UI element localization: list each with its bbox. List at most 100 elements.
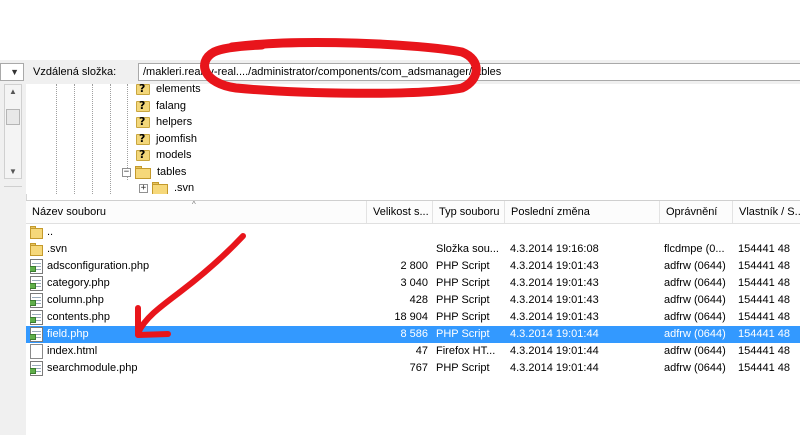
file-name: index.html: [47, 345, 98, 357]
file-row[interactable]: adsconfiguration.php 2 800 PHP Script 4.…: [26, 258, 800, 275]
file-row[interactable]: index.html 47 Firefox HT... 4.3.2014 19:…: [26, 343, 800, 360]
php-file-icon: [30, 361, 43, 376]
collapse-icon[interactable]: −: [122, 167, 131, 177]
file-modified: 4.3.2014 19:01:44: [510, 345, 599, 357]
tree-item-label: falang: [156, 100, 186, 112]
file-modified: 4.3.2014 19:01:43: [510, 294, 599, 306]
file-owner: 154441 48: [738, 311, 790, 323]
file-size: 428: [409, 294, 428, 306]
file-size: 2 800: [400, 260, 428, 272]
file-type: PHP Script: [436, 328, 490, 340]
question-folder-icon: ?: [136, 99, 150, 113]
file-type: PHP Script: [436, 362, 490, 374]
question-folder-icon: ?: [136, 115, 150, 129]
file-row[interactable]: category.php 3 040 PHP Script 4.3.2014 1…: [26, 275, 800, 292]
file-size: [366, 241, 428, 258]
file-type: Firefox HT...: [436, 345, 496, 357]
folder-icon: [30, 242, 43, 257]
local-path-dropdown[interactable]: ▼: [0, 63, 24, 81]
column-header-filename[interactable]: Název souboru: [26, 201, 367, 223]
tree-item-tables[interactable]: − tables: [122, 164, 186, 180]
file-owner: 154441 48: [738, 277, 790, 289]
file-size: 47: [415, 345, 428, 357]
tree-item-label: .svn: [174, 182, 195, 194]
file-name: category.php: [47, 277, 110, 289]
tree-item-svn[interactable]: + .svn: [139, 180, 194, 194]
file-permissions: adfrw (0644): [664, 260, 726, 272]
question-folder-icon: ?: [136, 132, 150, 146]
tree-item-label: helpers: [156, 116, 193, 128]
file-owner: 154441 48: [738, 345, 790, 357]
scroll-thumb[interactable]: [6, 109, 20, 125]
file-modified: 4.3.2014 19:16:08: [510, 243, 599, 255]
open-folder-icon: [135, 165, 151, 179]
question-folder-icon: ?: [136, 148, 150, 162]
file-size: 3 040: [400, 277, 428, 289]
remote-path-bar: Vzdálená složka: /makleri.reality-real..…: [26, 60, 800, 85]
chevron-down-icon: ▼: [10, 67, 19, 77]
file-size: 767: [409, 362, 428, 374]
file-permissions: adfrw (0644): [664, 311, 726, 323]
file-modified: 4.3.2014 19:01:44: [510, 362, 599, 374]
file-row-parent[interactable]: ..: [26, 224, 800, 241]
column-header-owner[interactable]: Vlastník / S...: [733, 201, 800, 223]
file-permissions: adfrw (0644): [664, 277, 726, 289]
tree-item-label: elements: [156, 84, 201, 95]
tree-item-falang[interactable]: ? falang: [136, 98, 186, 114]
column-header-type[interactable]: Typ souboru: [433, 201, 505, 223]
file-owner: 154441 48: [738, 243, 790, 255]
file-list-header: ^ Název souboru Velikost s... Typ soubor…: [26, 200, 800, 224]
file-row[interactable]: column.php 428 PHP Script 4.3.2014 19:01…: [26, 292, 800, 309]
file-permissions: flcdmpe (0...: [664, 243, 725, 255]
scroll-up-icon[interactable]: ▲: [9, 87, 17, 96]
tree-item-models[interactable]: ? models: [136, 147, 191, 163]
file-size: 18 904: [394, 311, 428, 323]
tree-item-joomfish[interactable]: ? joomfish: [136, 131, 197, 147]
php-file-icon: [30, 293, 43, 308]
file-type: PHP Script: [436, 294, 490, 306]
file-name: column.php: [47, 294, 104, 306]
column-header-permissions[interactable]: Oprávnění: [660, 201, 733, 223]
file-size: 8 586: [400, 328, 428, 340]
file-type: PHP Script: [436, 277, 490, 289]
file-permissions: adfrw (0644): [664, 294, 726, 306]
file-modified: 4.3.2014 19:01:43: [510, 277, 599, 289]
file-permissions: adfrw (0644): [664, 362, 726, 374]
file-name: field.php: [47, 328, 89, 340]
column-header-size[interactable]: Velikost s...: [367, 201, 433, 223]
tree-guide-line: [110, 84, 111, 194]
tree-item-elements[interactable]: ? elements: [136, 84, 201, 97]
tree-item-label: joomfish: [156, 133, 197, 145]
remote-file-list: ^ Název souboru Velikost s... Typ soubor…: [26, 200, 800, 436]
question-folder-icon: ?: [136, 84, 150, 96]
remote-directory-tree: ? elements ? falang ? helpers ? joomfish…: [26, 84, 800, 194]
file-permissions: adfrw (0644): [664, 345, 726, 357]
tree-guide-line: [92, 84, 93, 194]
file-row-selected[interactable]: field.php 8 586 PHP Script 4.3.2014 19:0…: [26, 326, 800, 343]
scroll-down-icon[interactable]: ▼: [9, 167, 17, 176]
tree-item-helpers[interactable]: ? helpers: [136, 114, 192, 130]
file-name: searchmodule.php: [47, 362, 138, 374]
file-owner: 154441 48: [738, 328, 790, 340]
tree-guide-line: [56, 84, 57, 194]
expand-icon[interactable]: +: [139, 183, 148, 193]
tree-item-label: models: [156, 149, 192, 161]
file-modified: 4.3.2014 19:01:43: [510, 311, 599, 323]
column-header-modified[interactable]: Poslední změna: [505, 201, 660, 223]
file-row[interactable]: .svn Složka sou... 4.3.2014 19:16:08 flc…: [26, 241, 800, 258]
file-permissions: adfrw (0644): [664, 328, 726, 340]
file-row[interactable]: contents.php 18 904 PHP Script 4.3.2014 …: [26, 309, 800, 326]
php-file-icon: [30, 327, 43, 342]
local-list-edge: [4, 186, 22, 197]
php-file-icon: [30, 259, 43, 274]
file-owner: 154441 48: [738, 294, 790, 306]
local-tree-scrollbar[interactable]: ▲ ▼: [4, 84, 22, 179]
file-name: .svn: [47, 243, 68, 255]
file-type: PHP Script: [436, 260, 490, 272]
file-row[interactable]: searchmodule.php 767 PHP Script 4.3.2014…: [26, 360, 800, 377]
file-owner: 154441 48: [738, 362, 790, 374]
tree-guide-line: [74, 84, 75, 194]
file-owner: 154441 48: [738, 260, 790, 272]
file-type: Složka sou...: [436, 243, 499, 255]
remote-path-input[interactable]: /makleri.reality-real..../administrator/…: [138, 63, 800, 81]
